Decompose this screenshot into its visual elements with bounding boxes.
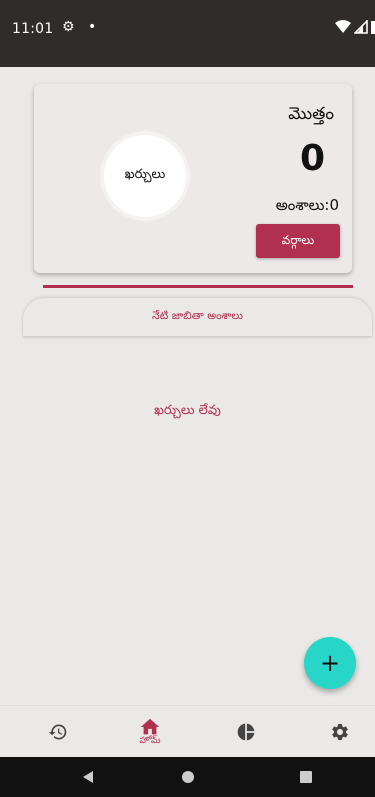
categories-button[interactable]: వర్గాలు — [256, 224, 340, 258]
items-count: అంశాలు:0 — [275, 196, 339, 214]
battery-icon — [371, 21, 375, 34]
history-icon — [48, 724, 67, 740]
nav-home-label: హోమ్ — [139, 736, 161, 746]
system-navigation-bar — [0, 757, 375, 797]
recents-button[interactable] — [296, 767, 316, 787]
wifi-icon — [335, 20, 351, 33]
recents-icon — [300, 771, 312, 783]
expenses-circle: ఖర్చులు — [104, 135, 186, 217]
summary-card: ఖర్చులు మొత్తం 0 అంశాలు:0 వర్గాలు — [34, 84, 352, 273]
bottom-nav: హోమ్ — [0, 705, 375, 758]
nav-settings[interactable] — [310, 706, 370, 758]
signal-icon — [354, 20, 368, 34]
total-label: మొత్తం — [288, 104, 334, 124]
today-list-tab[interactable]: నేటి జాబితా అంశాలు — [23, 298, 372, 336]
status-time: 11:01 — [12, 21, 54, 37]
home-icon — [140, 718, 160, 735]
empty-expenses-message: ఖర్చులు లేవు — [154, 403, 221, 418]
home-circle-icon — [182, 771, 194, 783]
today-list-tab-label: నేటి జాబితా అంశాలు — [152, 309, 243, 322]
nav-home[interactable]: హోమ్ — [120, 706, 180, 758]
notification-dot-icon: • — [88, 19, 97, 35]
nav-chart[interactable] — [216, 706, 276, 758]
accent-divider — [43, 285, 353, 288]
status-bar: 11:01 ⚙ • — [0, 0, 375, 67]
add-expense-button[interactable]: + — [304, 637, 356, 689]
total-value: 0 — [299, 138, 325, 179]
expenses-circle-label: ఖర్చులు — [124, 167, 166, 182]
back-icon — [83, 771, 93, 783]
status-icons — [335, 20, 375, 34]
gear-icon: ⚙ — [62, 19, 75, 35]
home-system-button[interactable] — [178, 767, 198, 787]
back-button[interactable] — [78, 767, 98, 787]
gear-icon — [332, 724, 348, 740]
nav-history[interactable] — [28, 706, 88, 758]
pie-chart-icon — [237, 723, 255, 741]
